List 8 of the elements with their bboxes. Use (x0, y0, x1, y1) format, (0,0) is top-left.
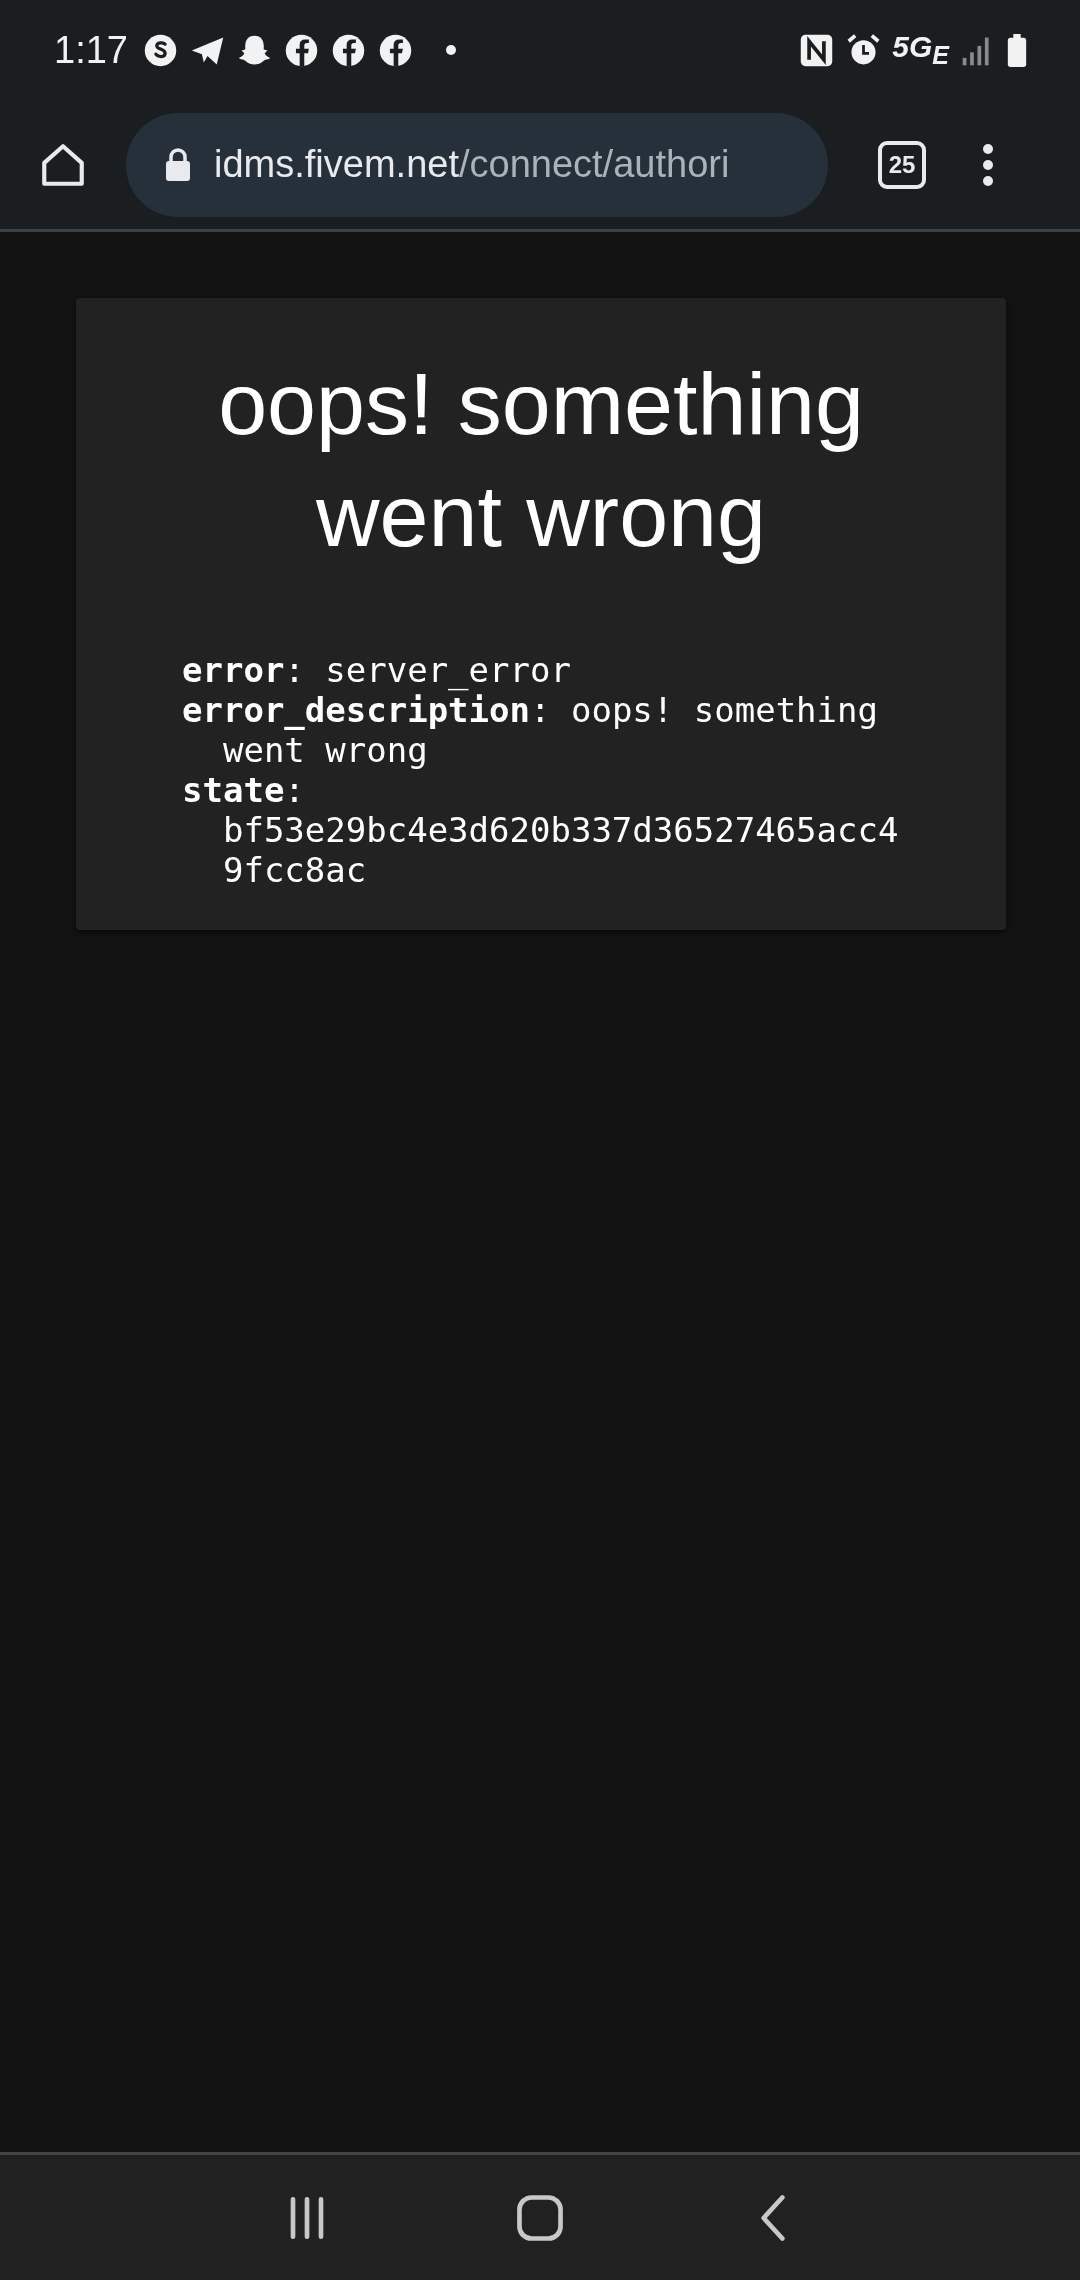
network-type: 5G$_{E}$ (892, 30, 949, 70)
tab-count-button[interactable]: 25 (878, 140, 926, 189)
error-heading: oops! something went wrong (217, 353, 865, 567)
address-bar[interactable]: idms.fivem.net/connect/authori (126, 112, 828, 217)
error-detail: state: bf53e29bc4e3d620b337d36527465acc49fcc8ac (182, 770, 899, 890)
status-time: 1:17 (54, 28, 128, 72)
error-detail: error: server_error (182, 650, 572, 690)
url-text: idms.fivem.net/connect/authori (214, 143, 730, 186)
